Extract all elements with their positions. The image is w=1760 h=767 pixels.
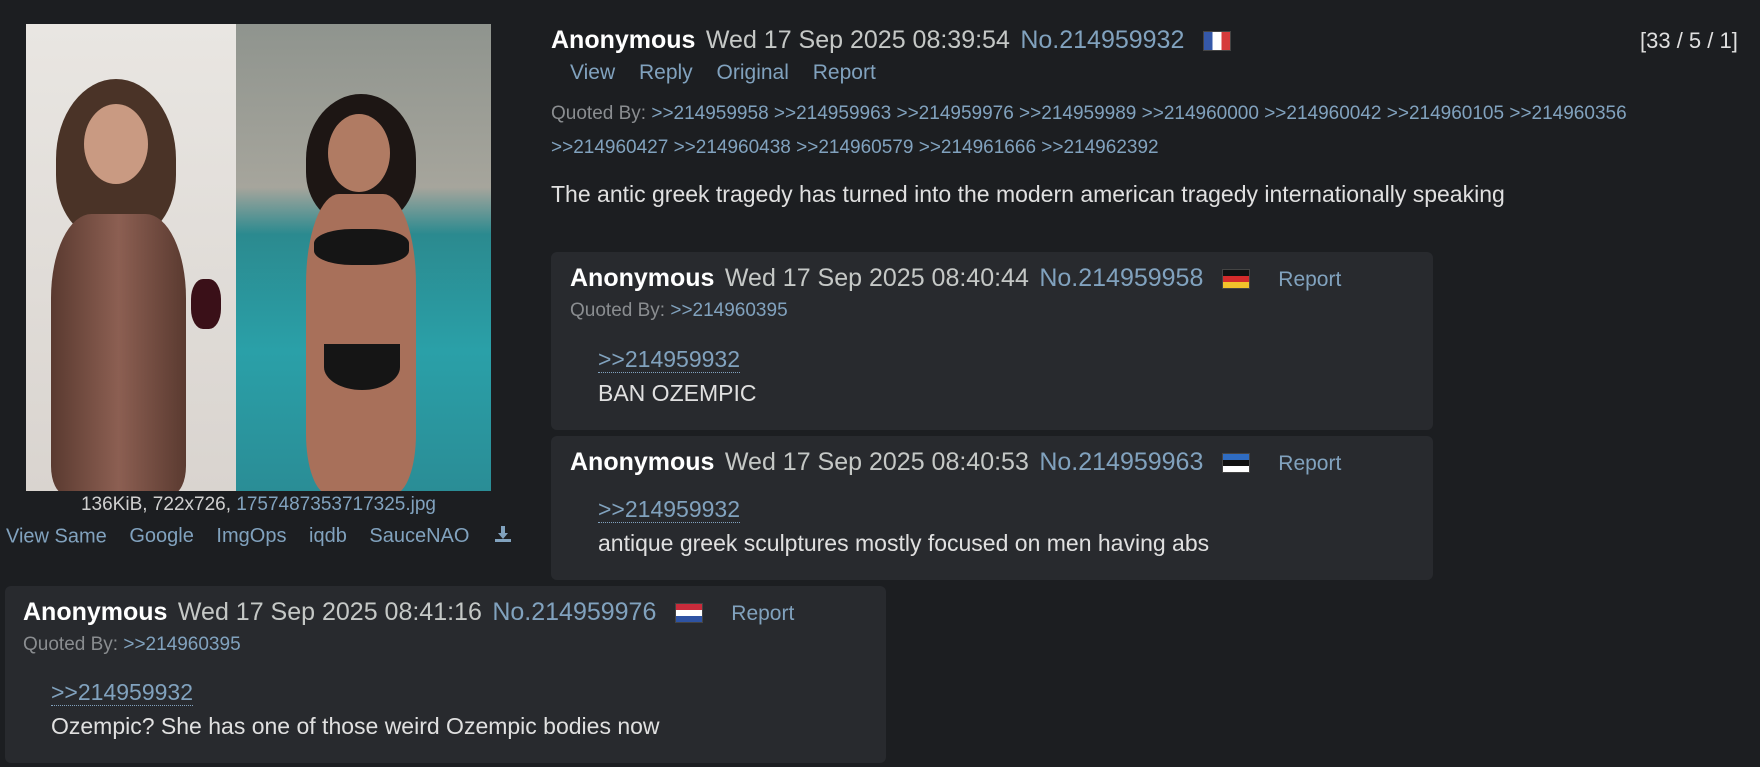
report-link[interactable]: Report bbox=[1278, 268, 1341, 291]
view-link[interactable]: View bbox=[570, 61, 615, 84]
op-quoted-by: Quoted By: >>214959958 >>214959963 >>214… bbox=[551, 97, 1627, 165]
op-thumbnail[interactable] bbox=[26, 24, 491, 491]
post-date: Wed 17 Sep 2025 08:40:53 bbox=[724, 448, 1029, 476]
reply-header: Anonymous Wed 17 Sep 2025 08:40:44 No.21… bbox=[570, 264, 1341, 293]
thumbnail-right-photo bbox=[236, 24, 491, 491]
imgops-link[interactable]: ImgOps bbox=[216, 525, 286, 547]
post-number[interactable]: No.214959958 bbox=[1039, 264, 1203, 292]
op-actions: View Reply Original Report bbox=[570, 61, 876, 85]
quoted-by-link[interactable]: >>214960395 bbox=[123, 634, 240, 655]
poster-name: Anonymous bbox=[570, 448, 715, 476]
post-date: Wed 17 Sep 2025 08:39:54 bbox=[705, 26, 1010, 54]
reply-quoted-by: Quoted By: >>214960395 bbox=[570, 300, 788, 322]
reply-quoted-by: Quoted By: >>214960395 bbox=[23, 634, 241, 656]
report-link[interactable]: Report bbox=[731, 602, 794, 625]
post-number[interactable]: No.214959932 bbox=[1020, 26, 1184, 54]
quoted-by-links-line2[interactable]: >>214960427 >>214960438 >>214960579 >>21… bbox=[551, 137, 1159, 158]
quote-link[interactable]: >>214959932 bbox=[51, 679, 193, 706]
op-header: Anonymous Wed 17 Sep 2025 08:39:54 No.21… bbox=[551, 26, 1231, 55]
quoted-by-link[interactable]: >>214960395 bbox=[670, 300, 787, 321]
quoted-by-label: Quoted By: bbox=[23, 634, 119, 655]
reply-link[interactable]: Reply bbox=[639, 61, 693, 84]
reply-text: antique greek sculptures mostly focused … bbox=[598, 530, 1210, 556]
reply-quote: >>214959932 bbox=[598, 496, 740, 523]
quote-link[interactable]: >>214959932 bbox=[598, 346, 740, 373]
op-comment: The antic greek tragedy has turned into … bbox=[551, 181, 1505, 207]
quote-link[interactable]: >>214959932 bbox=[598, 496, 740, 523]
thumbnail-left-photo bbox=[26, 24, 236, 491]
file-info: 136KiB, 722x726, 1757487353717325.jpg bbox=[26, 494, 491, 516]
post-date: Wed 17 Sep 2025 08:40:44 bbox=[724, 264, 1029, 292]
reply-post: Anonymous Wed 17 Sep 2025 08:40:44 No.21… bbox=[551, 252, 1433, 430]
reply-quote: >>214959932 bbox=[598, 346, 740, 373]
country-flag-estonia bbox=[1221, 452, 1250, 473]
report-link[interactable]: Report bbox=[1278, 452, 1341, 475]
quoted-by-label: Quoted By: bbox=[551, 103, 647, 124]
reply-post: Anonymous Wed 17 Sep 2025 08:41:16 No.21… bbox=[5, 586, 886, 763]
quoted-by-links-line1[interactable]: >>214959958 >>214959963 >>214959976 >>21… bbox=[651, 103, 1626, 124]
reply-text: Ozempic? She has one of those weird Ozem… bbox=[51, 713, 660, 739]
poster-name: Anonymous bbox=[570, 264, 715, 292]
poster-name: Anonymous bbox=[23, 598, 168, 626]
post-number[interactable]: No.214959976 bbox=[492, 598, 656, 626]
country-flag-france bbox=[1202, 30, 1231, 51]
original-link[interactable]: Original bbox=[717, 61, 789, 84]
country-flag-germany bbox=[1221, 268, 1250, 289]
download-icon[interactable] bbox=[493, 524, 513, 550]
saucenao-link[interactable]: SauceNAO bbox=[369, 525, 469, 547]
report-link[interactable]: Report bbox=[813, 61, 876, 84]
file-size-dims: 136KiB, 722x726, bbox=[80, 494, 237, 515]
thread-stats: [33 / 5 / 1] bbox=[1640, 28, 1738, 53]
file-name-link[interactable]: 1757487353717325.jpg bbox=[236, 494, 436, 515]
country-flag-netherlands bbox=[674, 602, 703, 623]
reply-header: Anonymous Wed 17 Sep 2025 08:41:16 No.21… bbox=[23, 598, 794, 627]
post-date: Wed 17 Sep 2025 08:41:16 bbox=[177, 598, 482, 626]
post-number[interactable]: No.214959963 bbox=[1039, 448, 1203, 476]
poster-name: Anonymous bbox=[551, 26, 696, 54]
iqdb-link[interactable]: iqdb bbox=[309, 525, 347, 547]
view-same-link[interactable]: View Same bbox=[6, 525, 107, 547]
reply-header: Anonymous Wed 17 Sep 2025 08:40:53 No.21… bbox=[570, 448, 1341, 477]
google-link[interactable]: Google bbox=[129, 525, 194, 547]
image-tools: View Same Google ImgOps iqdb SauceNAO bbox=[6, 524, 513, 550]
quoted-by-label: Quoted By: bbox=[570, 300, 666, 321]
reply-post: Anonymous Wed 17 Sep 2025 08:40:53 No.21… bbox=[551, 436, 1433, 580]
reply-text: BAN OZEMPIC bbox=[598, 380, 757, 406]
reply-quote: >>214959932 bbox=[51, 679, 193, 706]
